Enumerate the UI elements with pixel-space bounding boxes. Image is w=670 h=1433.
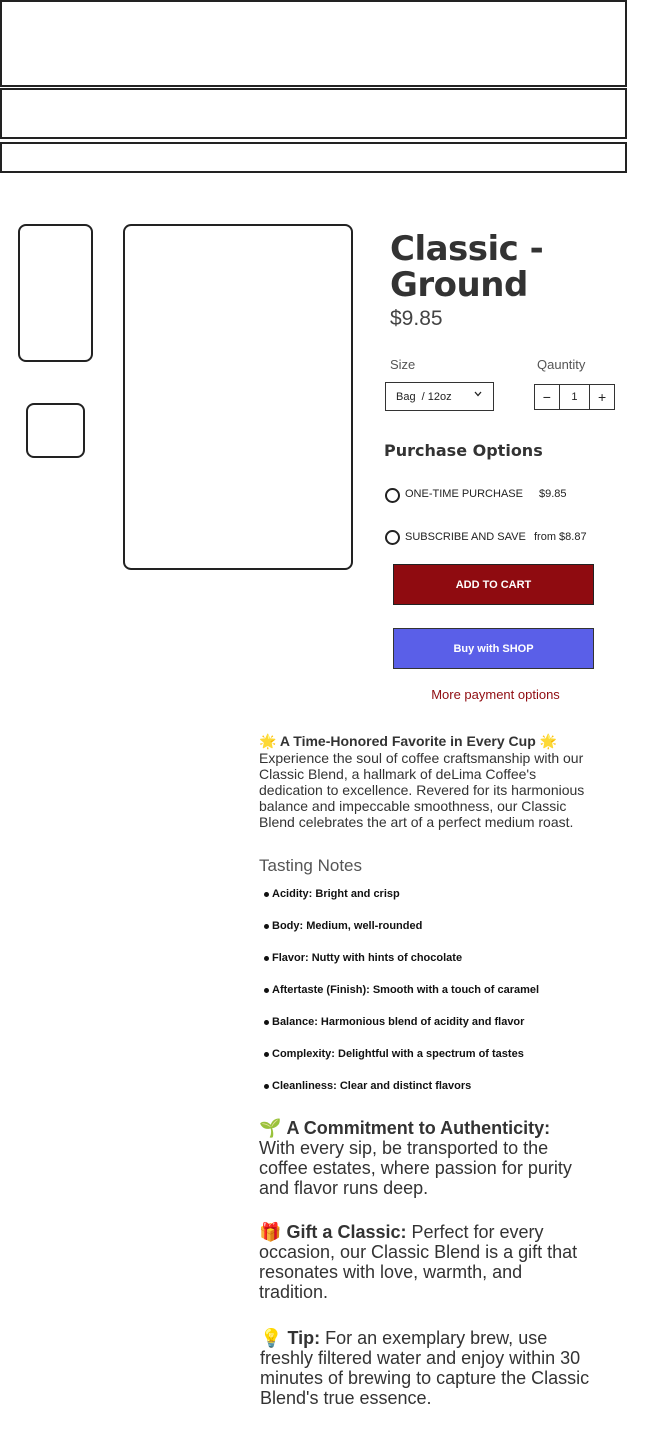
nav-bar — [0, 88, 627, 139]
tasting-note: Flavor: Nutty with hints of chocolate — [264, 952, 462, 964]
tasting-note-text: Acidity: Bright and crisp — [272, 888, 400, 900]
description-body: Experience the soul of coffee craftsmans… — [259, 750, 585, 830]
purchase-options-title: Purchase Options — [384, 441, 543, 460]
product-title-line1: Classic - — [390, 229, 544, 269]
one-time-purchase-label[interactable]: ONE-TIME PURCHASE — [405, 488, 523, 500]
bullet-icon — [264, 891, 269, 897]
product-title: Classic - Ground — [390, 231, 630, 303]
tasting-note-text: Complexity: Delightful with a spectrum o… — [272, 1048, 524, 1060]
tasting-note-text: Flavor: Nutty with hints of chocolate — [272, 952, 463, 964]
tip-paragraph: 💡 Tip: For an exemplary brew, use freshl… — [260, 1328, 590, 1408]
tasting-notes-title: Tasting Notes — [259, 856, 362, 875]
bullet-icon — [264, 1019, 269, 1025]
tasting-note: Body: Medium, well-rounded — [264, 920, 422, 932]
bullet-icon — [264, 987, 269, 993]
bullet-icon — [264, 1051, 269, 1057]
one-time-purchase-radio[interactable] — [385, 488, 400, 503]
quantity-minus-button[interactable]: − — [535, 385, 559, 409]
tasting-note: Cleanliness: Clear and distinct flavors — [264, 1080, 471, 1092]
lightbulb-icon: 💡 — [260, 1328, 283, 1348]
thumbnail-1[interactable] — [18, 224, 93, 362]
one-time-purchase-price: $9.85 — [539, 488, 567, 500]
glowing-star-icon-end: 🌟 — [539, 733, 558, 749]
description-heading-text: A Time-Honored Favorite in Every Cup — [279, 733, 536, 749]
commitment-body: With every sip, be transported to the co… — [259, 1138, 572, 1198]
commitment-paragraph: 🌱 A Commitment to Authenticity: With eve… — [259, 1118, 594, 1198]
main-product-image — [123, 224, 353, 570]
bullet-icon — [264, 1083, 269, 1089]
glowing-star-icon: 🌟 — [259, 733, 277, 749]
size-select[interactable]: Bag / 12oz — [385, 382, 494, 411]
quantity-plus-button[interactable]: + — [590, 385, 614, 409]
tasting-note: Complexity: Delightful with a spectrum o… — [264, 1048, 524, 1060]
description-heading: 🌟 A Time-Honored Favorite in Every Cup 🌟 — [259, 733, 589, 749]
quantity-label: Qauntity — [537, 357, 586, 372]
tasting-note-text: Balance: Harmonious blend of acidity and… — [272, 1016, 525, 1028]
product-title-line2: Ground — [390, 265, 528, 305]
subscribe-and-save-radio[interactable] — [385, 530, 400, 545]
gift-paragraph: 🎁 Gift a Classic: Perfect for every occa… — [259, 1222, 594, 1302]
buy-with-shop-button[interactable]: Buy with SHOP — [393, 628, 594, 669]
tasting-note-text: Body: Medium, well-rounded — [272, 920, 423, 932]
tip-title: Tip: — [287, 1328, 321, 1348]
bullet-icon — [264, 923, 269, 929]
size-label: Size — [390, 357, 416, 372]
seedling-icon: 🌱 — [259, 1118, 282, 1138]
tasting-note-text: Cleanliness: Clear and distinct flavors — [272, 1080, 472, 1092]
add-to-cart-button[interactable]: ADD TO CART — [393, 564, 594, 605]
gift-icon: 🎁 — [259, 1222, 282, 1242]
size-select-value: Bag / 12oz — [396, 390, 452, 403]
announcement-bar — [0, 142, 627, 173]
subscribe-and-save-label[interactable]: SUBSCRIBE AND SAVE — [405, 531, 526, 543]
tasting-note: Aftertaste (Finish): Smooth with a touch… — [264, 984, 539, 996]
quantity-stepper[interactable]: − 1 + — [534, 384, 615, 410]
header-bar — [0, 0, 627, 87]
more-payment-options-link[interactable]: More payment options — [393, 687, 598, 702]
tasting-note: Balance: Harmonious blend of acidity and… — [264, 1016, 524, 1028]
chevron-down-icon — [473, 389, 483, 402]
thumbnail-2[interactable] — [26, 403, 85, 458]
gift-title: Gift a Classic: — [286, 1222, 407, 1242]
bullet-icon — [264, 955, 269, 961]
tasting-note: Acidity: Bright and crisp — [264, 888, 400, 900]
subscribe-and-save-price: from $8.87 — [534, 531, 587, 543]
commitment-title: A Commitment to Authenticity: — [286, 1118, 551, 1138]
product-price: $9.85 — [390, 307, 443, 330]
tasting-note-text: Aftertaste (Finish): Smooth with a touch… — [272, 984, 540, 996]
quantity-input[interactable]: 1 — [558, 385, 591, 409]
